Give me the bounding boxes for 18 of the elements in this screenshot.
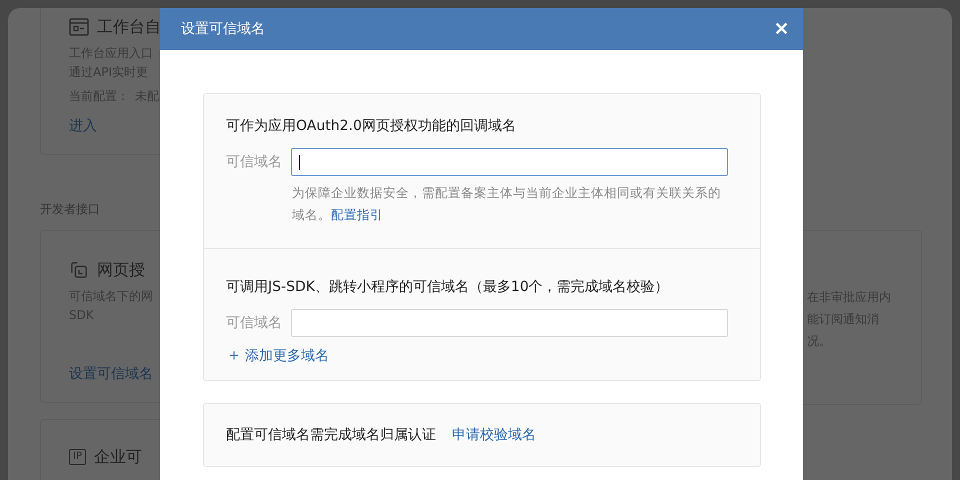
window-icon [69, 18, 89, 36]
guide-link[interactable]: 配置指引 [331, 207, 383, 222]
section-heading: 可调用JS-SDK、跳转小程序的可信域名（最多10个，需完成域名校验） [226, 278, 670, 297]
input-field[interactable] [291, 148, 728, 176]
section-heading: 可作为应用OAuth2.0网页授权功能的回调域名 [226, 117, 517, 136]
card-title: 企业可 [94, 446, 142, 468]
add-domain-link[interactable]: ＋ 添加更多域名 [226, 345, 329, 366]
field-label: 可信域名 [226, 314, 282, 332]
help-text: 为保障企业数据安全，需配置备案主体与当前企业主体相同或有关联关系的域名。配置指引 [292, 184, 722, 224]
close-button[interactable]: ✕ [774, 19, 789, 39]
card-title: 工作台自 [97, 16, 161, 38]
card-title: 网页授 [97, 259, 145, 281]
ip-icon: IP [69, 449, 86, 465]
verify-link[interactable]: 申请校验域名 [452, 426, 536, 444]
dialog-title: 设置可信域名 [181, 20, 265, 38]
link-icon [69, 261, 89, 279]
verify-text: 配置可信域名需完成域名归属认证 [226, 426, 436, 444]
field-label: 可信域名 [226, 153, 282, 171]
